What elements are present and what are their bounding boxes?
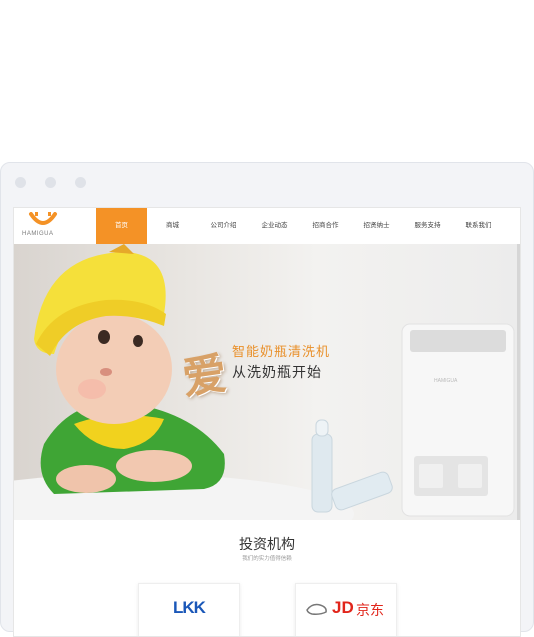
nav-item-careers[interactable]: 招贤纳士 <box>351 208 402 244</box>
site-logo[interactable]: HAMIGUA <box>22 212 66 240</box>
banner-subline: 从洗奶瓶开始 <box>232 365 322 381</box>
jd-dog-icon <box>306 603 327 615</box>
nav-item-investment[interactable]: 招商合作 <box>300 208 351 244</box>
browser-frame: HAMIGUA 首页 商城 公司介绍 企业动态 招商合作 招贤纳士 服务支持 联… <box>0 162 534 637</box>
window-maximize-dot[interactable] <box>75 177 86 188</box>
top-navigation: HAMIGUA 首页 商城 公司介绍 企业动态 招商合作 招贤纳士 服务支持 联… <box>14 208 520 245</box>
section-title: 投资机构 <box>239 536 295 552</box>
machine-brand-label: HAMIGUA <box>434 378 458 384</box>
banner-headline: 智能奶瓶清洗机 <box>232 345 331 360</box>
window-close-dot[interactable] <box>15 177 26 188</box>
nav-item-about[interactable]: 公司介绍 <box>198 208 249 244</box>
banner-tagline: 智能奶瓶清洗机 从洗奶瓶开始 <box>232 341 330 382</box>
section-subtitle: 我们的实力值得信赖 <box>242 556 292 562</box>
nav-item-home[interactable]: 首页 <box>96 208 147 244</box>
partner-logos: LKK JD 京东 <box>138 583 397 636</box>
partner-card-jd[interactable]: JD 京东 <box>295 583 397 636</box>
nav-item-contact[interactable]: 联系我们 <box>453 208 504 244</box>
hero-banner[interactable]: 爱 智能奶瓶清洗机 从洗奶瓶开始 HAMIGUA <box>14 244 520 520</box>
lkk-logo-text: LKK <box>173 598 206 617</box>
window-minimize-dot[interactable] <box>45 177 56 188</box>
logo-text: HAMIGUA <box>22 231 54 237</box>
nav-item-news[interactable]: 企业动态 <box>249 208 300 244</box>
jd-cn-text: 京东 <box>356 603 384 619</box>
window-controls <box>15 177 86 188</box>
nav-item-support[interactable]: 服务支持 <box>402 208 453 244</box>
love-calligraphy: 爱 <box>179 348 230 405</box>
smile-logo-icon <box>29 212 57 225</box>
website-screen: HAMIGUA 首页 商城 公司介绍 企业动态 招商合作 招贤纳士 服务支持 联… <box>13 207 521 637</box>
nav-menu: 首页 商城 公司介绍 企业动态 招商合作 招贤纳士 服务支持 联系我们 <box>96 208 504 244</box>
nav-item-mall[interactable]: 商城 <box>147 208 198 244</box>
jd-mark: JD <box>332 598 354 617</box>
page-scrollbar[interactable] <box>517 244 520 520</box>
partner-card-lkk[interactable]: LKK <box>138 583 240 636</box>
